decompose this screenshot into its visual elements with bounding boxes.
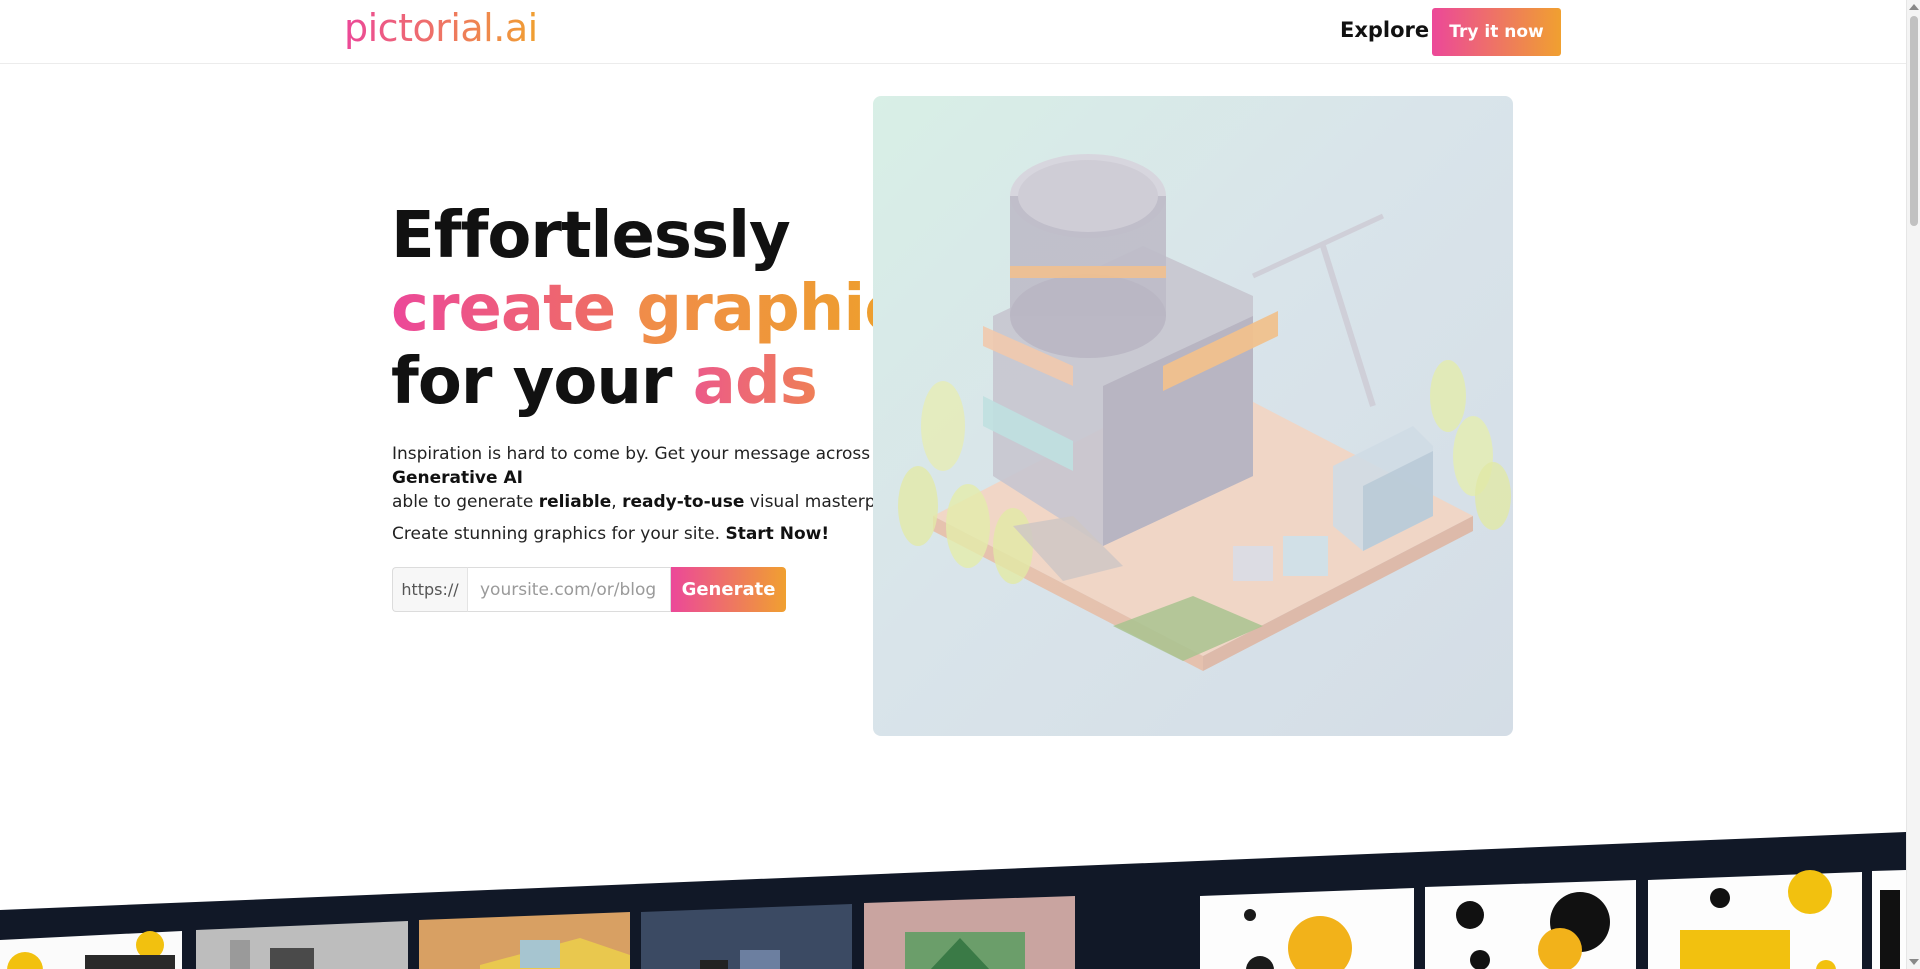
scroll-down-arrow-icon[interactable] [1909, 959, 1919, 965]
headline-line-3: for your ads [391, 346, 938, 419]
desc-text-2: able to generate [392, 492, 539, 512]
page-scrollbar[interactable] [1906, 0, 1920, 969]
desc-bold-reliable: reliable [538, 492, 612, 512]
gallery-images [0, 832, 1906, 969]
cta-text-bold: Start Now! [725, 524, 830, 544]
headline-line-2: create graphics [391, 272, 939, 346]
gallery-card-7[interactable] [1425, 880, 1636, 969]
gallery-card-3[interactable] [419, 912, 630, 969]
desc-bold-generative-ai: Generative AI [392, 468, 523, 488]
generate-button[interactable]: Generate [671, 567, 786, 612]
url-generate-form: https:// Generate [392, 567, 786, 612]
try-it-now-button[interactable]: Try it now [1432, 8, 1561, 56]
gallery-card-5[interactable] [864, 896, 1075, 969]
cta-text-plain: Create stunning graphics for your site. [392, 524, 726, 544]
site-header: pictorial.ai Explore Try it now [0, 0, 1906, 64]
desc-bold-ready-to-use: ready-to-use [622, 492, 745, 512]
headline-word-create: create [391, 272, 616, 346]
gallery-card-9[interactable] [1872, 870, 1906, 969]
headline-word-ads: ads [692, 345, 818, 419]
hero-headline: Effortlessly create graphics for your ad… [391, 199, 939, 419]
scroll-thumb[interactable] [1910, 16, 1918, 226]
gallery-card-6[interactable] [1200, 888, 1414, 969]
desc-text-3: , [611, 492, 623, 512]
gallery-card-8[interactable] [1648, 870, 1862, 969]
hero-illustration [873, 96, 1513, 736]
cta-text: Create stunning graphics for your site. … [392, 524, 829, 544]
url-input[interactable] [467, 567, 671, 612]
url-prefix: https:// [392, 567, 467, 612]
gallery-strip [0, 820, 1906, 969]
gallery-card-4[interactable] [641, 904, 852, 969]
headline-line-1: Effortlessly [391, 199, 791, 273]
scroll-up-arrow-icon[interactable] [1909, 4, 1919, 10]
logo[interactable]: pictorial.ai [344, 6, 538, 50]
headline-words-for-your: for your [391, 345, 672, 419]
nav-explore-link[interactable]: Explore [1340, 18, 1429, 42]
isometric-building-icon [898, 154, 1511, 671]
